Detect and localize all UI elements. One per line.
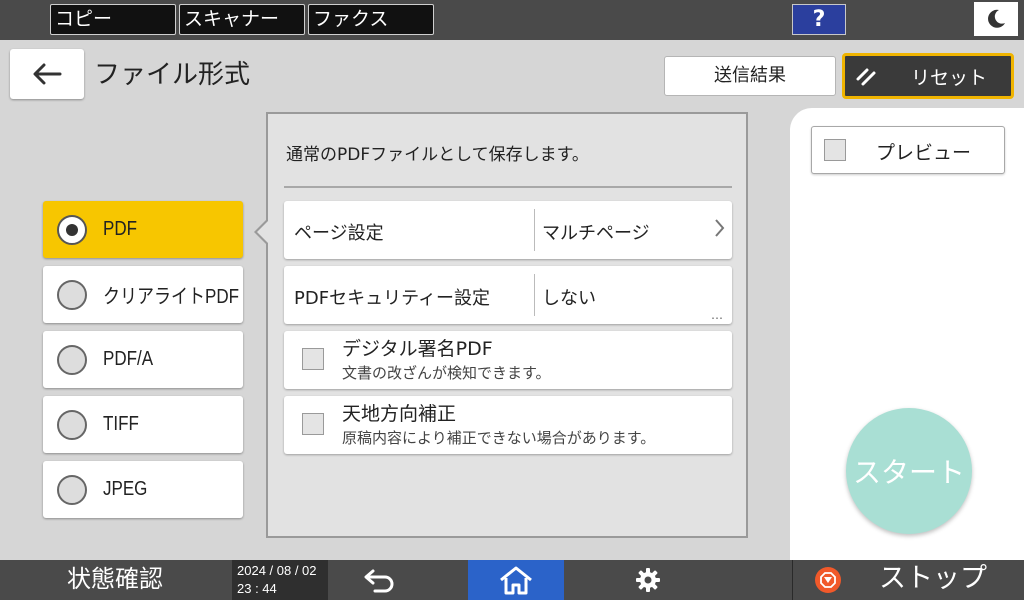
- option-subtitle: 原稿内容により補正できない場合があります。: [342, 429, 656, 447]
- app-tab-copy[interactable]: コピー: [50, 4, 176, 35]
- format-option-jpeg[interactable]: JPEG: [43, 461, 243, 518]
- format-option-pdf[interactable]: PDF: [43, 201, 243, 258]
- radio-icon: [57, 409, 87, 440]
- gear-icon: [636, 568, 660, 592]
- format-option-tiff[interactable]: TIFF: [43, 396, 243, 453]
- option-title: 天地方向補正: [342, 403, 457, 425]
- format-option-pdfa[interactable]: PDF/A: [43, 331, 243, 388]
- start-button[interactable]: スタート: [846, 408, 972, 534]
- page-title: ファイル形式: [94, 60, 251, 90]
- digital-signature-option[interactable]: デジタル署名PDF 文書の改ざんが検知できます。: [284, 331, 732, 389]
- settings-button[interactable]: [600, 560, 696, 600]
- stop-button[interactable]: ストップ: [792, 560, 1024, 600]
- date-text: 2024 / 08 / 02: [237, 563, 317, 578]
- format-label: PDF/A: [103, 348, 154, 370]
- side-panel: プレビュー スタート: [790, 108, 1024, 560]
- divider: [284, 186, 732, 188]
- format-option-clear-light-pdf[interactable]: クリアライトPDF: [43, 266, 243, 323]
- send-result-button[interactable]: 送信結果: [664, 56, 836, 96]
- format-label: JPEG: [103, 478, 148, 500]
- home-icon: [500, 566, 532, 595]
- radio-icon: [57, 344, 87, 375]
- format-label: PDF: [103, 218, 137, 240]
- reset-icon: [856, 68, 876, 86]
- app-tab-fax[interactable]: ファクス: [308, 4, 434, 35]
- bottom-bar: 状態確認 2024 / 08 / 02 23 : 44 ストップ: [0, 560, 1024, 600]
- setting-value: しない: [542, 288, 596, 309]
- checkbox-icon: [824, 139, 846, 161]
- orientation-correction-option[interactable]: 天地方向補正 原稿内容により補正できない場合があります。: [284, 396, 732, 454]
- option-title: デジタル署名PDF: [342, 338, 493, 360]
- checkbox-icon: [302, 348, 324, 370]
- reset-button[interactable]: リセット: [842, 53, 1014, 99]
- datetime-display: 2024 / 08 / 02 23 : 44: [232, 560, 328, 600]
- help-button[interactable]: ?: [792, 4, 846, 35]
- divider: [534, 209, 535, 251]
- pdf-security-setting-row[interactable]: PDFセキュリティー設定 しない …: [284, 266, 732, 324]
- preview-toggle[interactable]: プレビュー: [811, 126, 1005, 174]
- setting-name: ページ設定: [294, 223, 384, 244]
- top-bar: コピー スキャナー ファクス ?: [0, 0, 1024, 40]
- page-setting-row[interactable]: ページ設定 マルチページ: [284, 201, 732, 259]
- format-detail-panel: 通常のPDFファイルとして保存します。 ページ設定 マルチページ PDFセキュリ…: [266, 112, 748, 538]
- format-label: TIFF: [103, 413, 139, 435]
- option-subtitle: 文書の改ざんが検知できます。: [342, 364, 551, 382]
- format-label: クリアライトPDF: [103, 286, 239, 308]
- moon-icon: [988, 9, 1005, 28]
- stop-icon: [815, 567, 841, 593]
- radio-icon: [57, 279, 87, 310]
- stop-label: ストップ: [879, 563, 987, 594]
- chevron-right-icon: [715, 219, 725, 237]
- radio-selected-icon: [57, 214, 87, 245]
- back-button[interactable]: [10, 49, 84, 99]
- panel-pointer-fill: [257, 220, 269, 244]
- status-check-button[interactable]: 状態確認: [0, 560, 230, 600]
- checkbox-icon: [302, 413, 324, 435]
- preview-label: プレビュー: [876, 142, 972, 164]
- home-button[interactable]: [468, 560, 564, 600]
- divider: [534, 274, 535, 316]
- night-mode-button[interactable]: [974, 2, 1018, 36]
- more-dots-icon: …: [711, 308, 724, 322]
- format-description: 通常のPDFファイルとして保存します。: [286, 145, 589, 165]
- setting-value: マルチページ: [542, 223, 650, 244]
- undo-button[interactable]: [330, 560, 430, 600]
- radio-icon: [57, 474, 87, 505]
- undo-icon: [364, 569, 394, 593]
- app-tab-scanner[interactable]: スキャナー: [179, 4, 305, 35]
- reset-label: リセット: [911, 66, 988, 89]
- arrow-left-icon: [33, 63, 62, 85]
- setting-name: PDFセキュリティー設定: [294, 288, 490, 309]
- time-text: 23 : 44: [237, 581, 277, 596]
